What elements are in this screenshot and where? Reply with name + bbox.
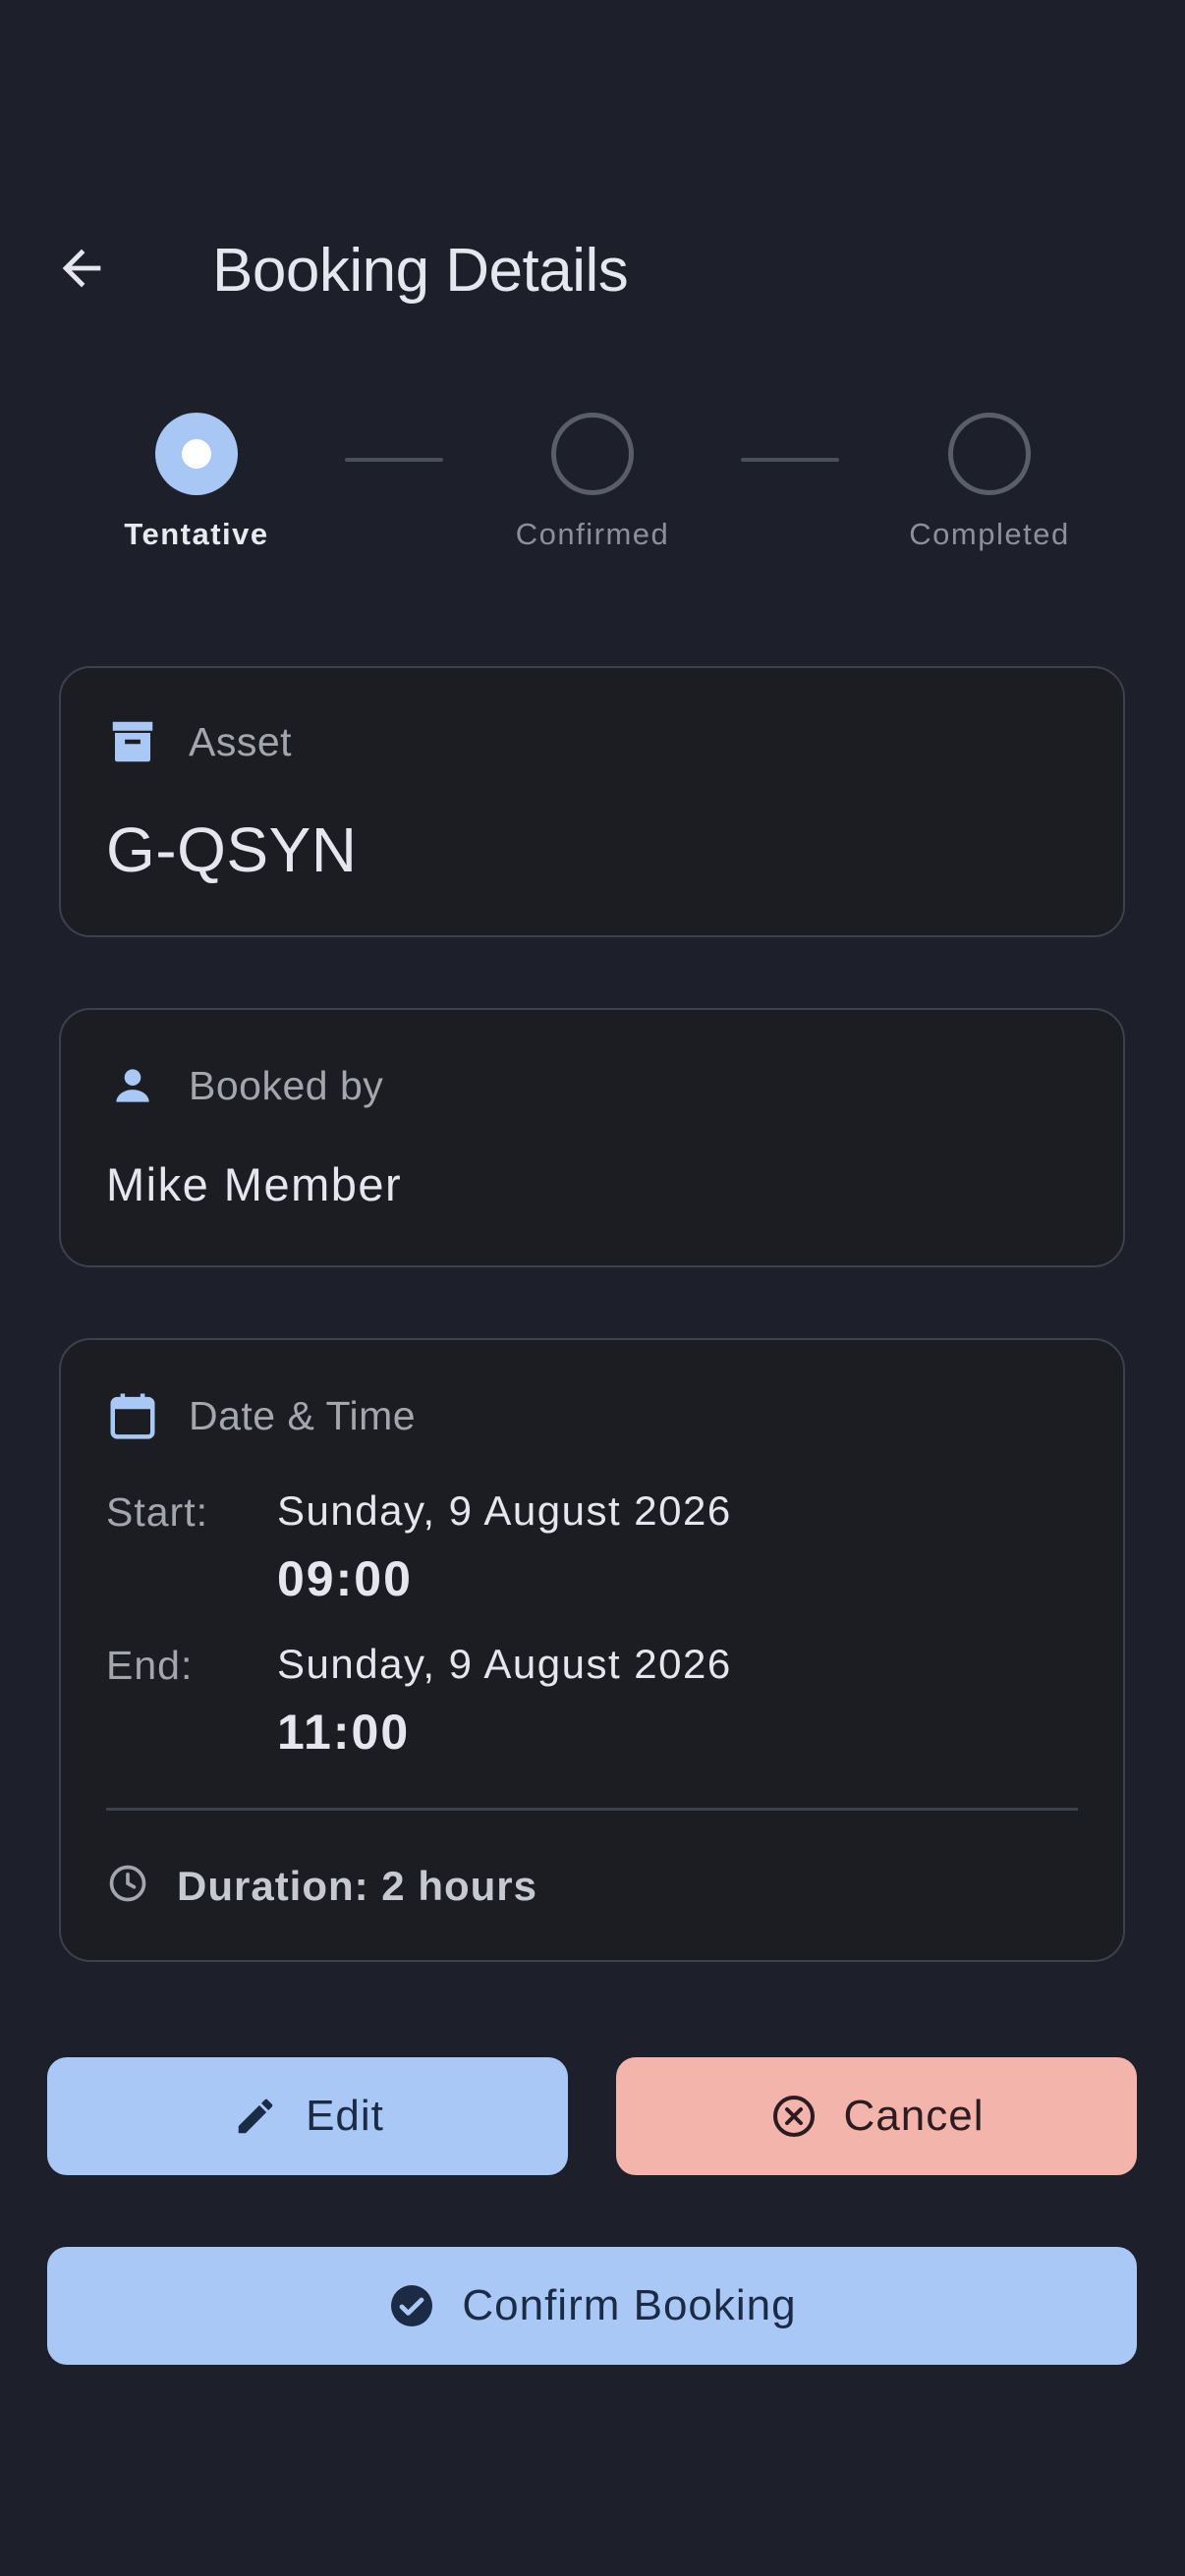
step-connector	[741, 458, 839, 462]
start-key: Start:	[106, 1489, 208, 1535]
step-indicator	[551, 413, 634, 495]
check-circle-icon	[387, 2281, 436, 2330]
app-bar: Booking Details	[0, 218, 1185, 316]
clock-icon	[106, 1862, 149, 1910]
date-time-card-header: Date & Time	[106, 1389, 416, 1442]
cancel-button-label: Cancel	[843, 2092, 985, 2140]
page-title: Booking Details	[212, 237, 629, 305]
back-button[interactable]	[39, 228, 124, 312]
step-completed: Completed	[872, 413, 1107, 552]
booked-by-label: Booked by	[189, 1062, 384, 1108]
status-stepper: Tentative Confirmed Completed	[0, 413, 1185, 560]
end-values: Sunday, 9 August 2026 11:00	[277, 1641, 732, 1761]
step-tentative: Tentative	[79, 413, 314, 552]
step-label: Confirmed	[515, 517, 670, 551]
asset-card-header: Asset	[106, 715, 292, 768]
booked-by-value: Mike Member	[106, 1158, 403, 1210]
booking-details-screen: Booking Details Tentative Confirmed Comp…	[0, 0, 1185, 2576]
archive-box-icon	[106, 715, 159, 768]
confirm-booking-label: Confirm Booking	[462, 2281, 797, 2329]
duration-row: Duration: 2 hours	[106, 1862, 537, 1910]
asset-label: Asset	[189, 718, 293, 764]
person-icon	[106, 1059, 159, 1112]
step-confirmed: Confirmed	[475, 413, 710, 552]
calendar-icon	[106, 1389, 159, 1442]
step-label: Completed	[909, 517, 1070, 551]
step-label: Tentative	[124, 517, 269, 551]
asset-card: Asset G-QSYN	[59, 666, 1125, 937]
step-connector	[345, 458, 443, 462]
arrow-left-icon	[53, 240, 110, 302]
cancel-button[interactable]: Cancel	[616, 2057, 1137, 2175]
step-indicator-active	[155, 413, 238, 495]
divider	[106, 1808, 1078, 1811]
edit-button[interactable]: Edit	[47, 2057, 568, 2175]
date-time-card: Date & Time Start: Sunday, 9 August 2026…	[59, 1338, 1125, 1962]
edit-button-label: Edit	[306, 2092, 384, 2140]
end-key: End:	[106, 1643, 194, 1688]
booked-by-card-header: Booked by	[106, 1059, 383, 1112]
pencil-icon	[231, 2092, 280, 2141]
start-date: Sunday, 9 August 2026	[277, 1487, 732, 1534]
end-time: 11:00	[277, 1705, 411, 1760]
cancel-circle-icon	[769, 2092, 818, 2141]
asset-value: G-QSYN	[106, 814, 358, 885]
duration-label: Duration: 2 hours	[177, 1862, 538, 1909]
start-row: Start: Sunday, 9 August 2026 09:00	[106, 1487, 732, 1607]
date-time-label: Date & Time	[189, 1392, 417, 1438]
end-row: End: Sunday, 9 August 2026 11:00	[106, 1641, 732, 1761]
confirm-booking-button[interactable]: Confirm Booking	[47, 2247, 1137, 2365]
step-indicator	[948, 413, 1031, 495]
start-values: Sunday, 9 August 2026 09:00	[277, 1487, 732, 1607]
start-time: 09:00	[277, 1551, 413, 1606]
booked-by-card: Booked by Mike Member	[59, 1008, 1125, 1267]
end-date: Sunday, 9 August 2026	[277, 1641, 732, 1687]
